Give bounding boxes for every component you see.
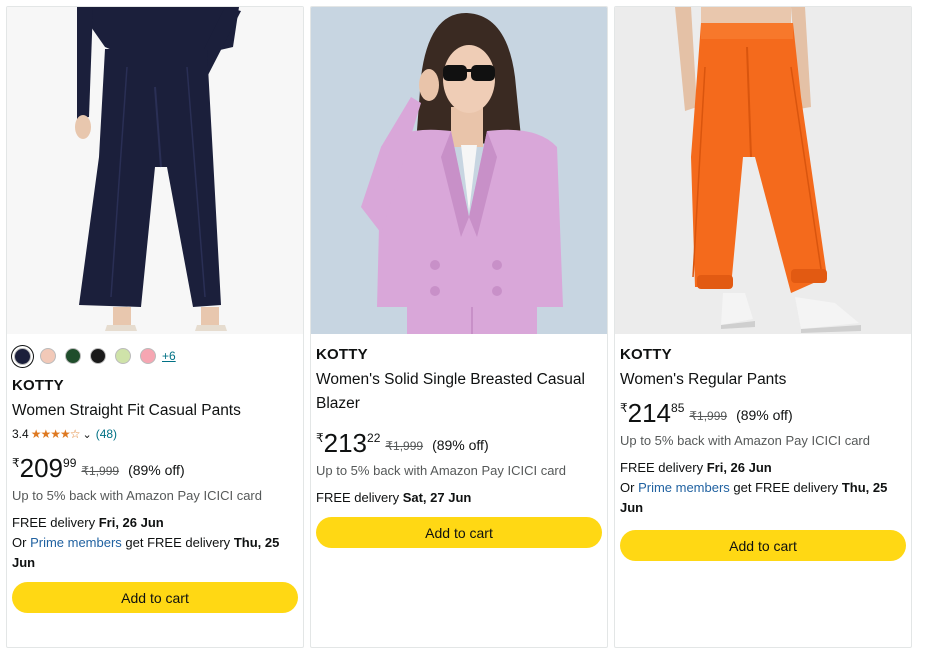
color-swatches: +6 <box>12 344 297 368</box>
product-card: +6 KOTTY Women Straight Fit Casual Pants… <box>6 6 304 648</box>
currency-symbol: ₹ <box>620 401 628 415</box>
delivery-prefix: FREE delivery <box>316 490 403 505</box>
cashback-offer: Up to 5% back with Amazon Pay ICICI card <box>12 488 262 503</box>
product-photo <box>615 7 911 334</box>
delivery-info: FREE delivery Fri, 26 Jun Or Prime membe… <box>12 513 297 573</box>
list-price: ₹1,999 <box>81 464 120 478</box>
price-fraction: 22 <box>367 431 381 445</box>
cashback-offer: Up to 5% back with Amazon Pay ICICI card <box>316 463 566 478</box>
prime-mid: get FREE delivery <box>729 480 842 495</box>
delivery-date: Fri, 26 Jun <box>98 515 164 530</box>
rating-value: 3.4 <box>12 427 29 441</box>
price-whole: 209 <box>19 453 64 483</box>
delivery-info: FREE delivery Sat, 27 Jun <box>316 488 601 508</box>
currency-symbol: ₹ <box>12 456 20 470</box>
product-photo <box>311 7 607 334</box>
color-swatch[interactable] <box>40 348 56 364</box>
price-fraction: 99 <box>63 456 77 470</box>
product-image[interactable] <box>7 7 303 334</box>
star-icon[interactable]: ★★★★☆ <box>31 427 81 441</box>
brand-name: KOTTY <box>12 377 64 394</box>
prime-members-link[interactable]: Prime members <box>638 480 730 495</box>
product-title[interactable]: Women Straight Fit Casual Pants <box>12 399 297 423</box>
product-photo <box>7 7 303 334</box>
product-image[interactable] <box>615 7 911 334</box>
price-whole: 214 <box>627 398 672 428</box>
brand-name: KOTTY <box>316 346 368 363</box>
price-row: ₹ 209 99 ₹1,999 (89% off) <box>12 453 297 483</box>
product-image[interactable] <box>311 7 607 334</box>
color-swatch[interactable] <box>140 348 156 364</box>
color-swatch[interactable] <box>65 348 81 364</box>
chevron-down-icon[interactable]: ⌄ <box>82 428 91 441</box>
delivery-prefix: FREE delivery <box>12 515 99 530</box>
discount: (89% off) <box>432 437 489 453</box>
color-swatch[interactable] <box>115 348 131 364</box>
prime-members-link[interactable]: Prime members <box>30 535 122 550</box>
color-swatch[interactable] <box>14 347 31 365</box>
delivery-date: Sat, 27 Jun <box>402 490 472 505</box>
brand-name: KOTTY <box>620 346 672 363</box>
price-row: ₹ 213 22 ₹1,999 (89% off) <box>316 428 601 458</box>
discount: (89% off) <box>128 462 185 478</box>
add-to-cart-button[interactable]: Add to cart <box>12 582 298 613</box>
currency-symbol: ₹ <box>316 431 324 445</box>
review-count[interactable]: (48) <box>96 427 117 441</box>
delivery-info: FREE delivery Fri, 26 Jun Or Prime membe… <box>620 458 905 518</box>
more-colors-link[interactable]: +6 <box>162 349 176 363</box>
color-swatch[interactable] <box>90 348 106 364</box>
list-price: ₹1,999 <box>385 439 424 453</box>
prime-prefix: Or <box>12 535 31 550</box>
delivery-date: Fri, 26 Jun <box>706 460 772 475</box>
add-to-cart-button[interactable]: Add to cart <box>316 517 602 548</box>
rating-row: 3.4 ★★★★☆ ⌄ (48) <box>12 425 297 443</box>
price-row: ₹ 214 85 ₹1,999 (89% off) <box>620 398 905 428</box>
product-title[interactable]: Women's Solid Single Breasted Casual Bla… <box>316 368 601 416</box>
delivery-prefix: FREE delivery <box>620 460 707 475</box>
product-card: KOTTY Women's Regular Pants ₹ 214 85 ₹1,… <box>614 6 912 648</box>
prime-prefix: Or <box>620 480 639 495</box>
product-card: KOTTY Women's Solid Single Breasted Casu… <box>310 6 608 648</box>
list-price: ₹1,999 <box>689 409 728 423</box>
add-to-cart-button[interactable]: Add to cart <box>620 530 906 561</box>
discount: (89% off) <box>736 407 793 423</box>
price-fraction: 85 <box>671 401 685 415</box>
product-title[interactable]: Women's Regular Pants <box>620 368 905 392</box>
cashback-offer: Up to 5% back with Amazon Pay ICICI card <box>620 433 870 448</box>
price-whole: 213 <box>323 428 368 458</box>
prime-mid: get FREE delivery <box>121 535 234 550</box>
